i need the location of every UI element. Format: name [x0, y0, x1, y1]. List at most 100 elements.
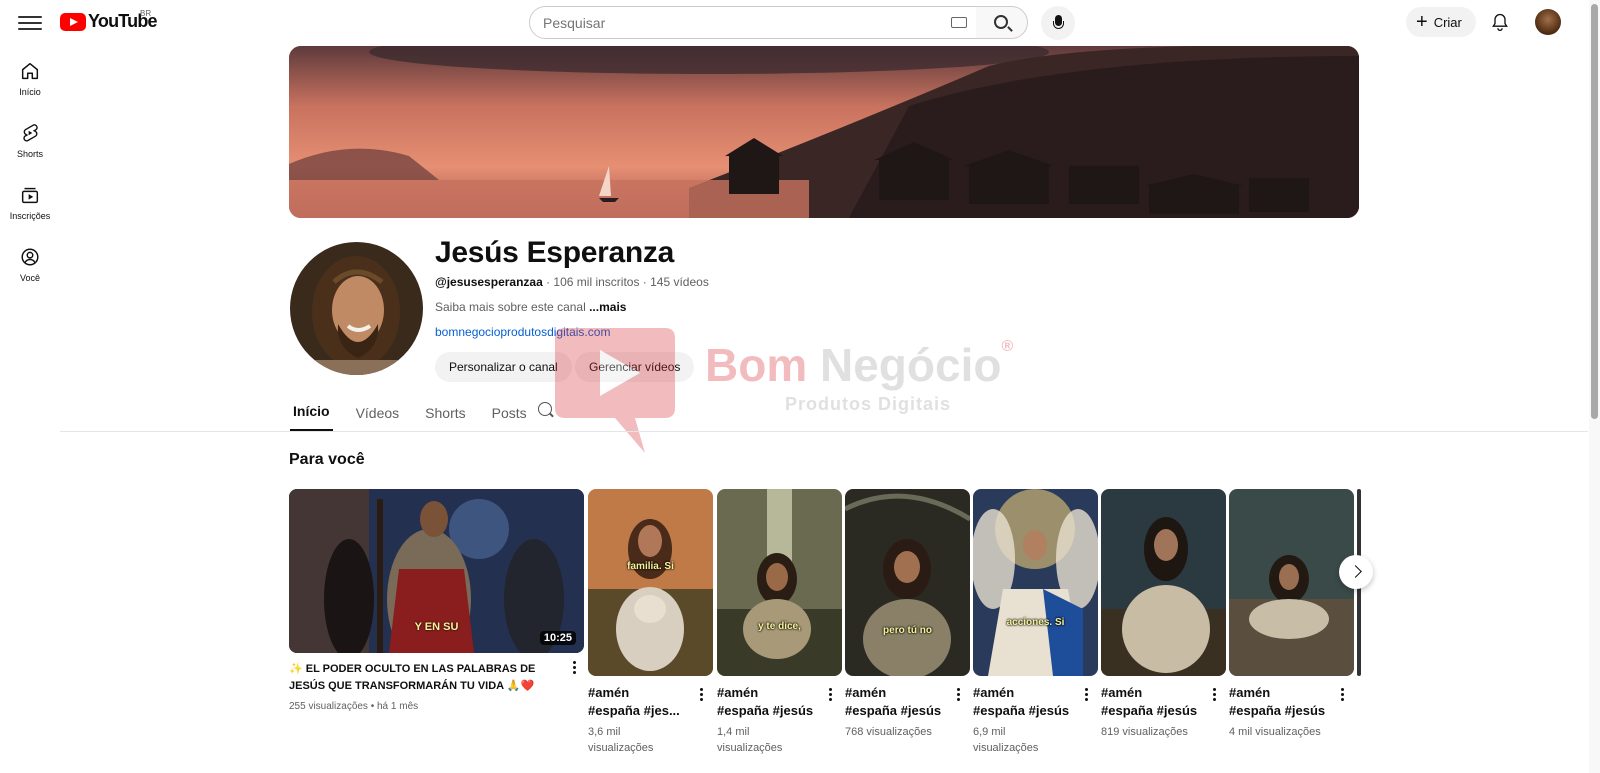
short-title: #amén #españa #jes... — [588, 685, 680, 718]
page-scrollbar[interactable] — [1589, 0, 1600, 773]
short-caption: y te dice, — [758, 621, 801, 632]
watermark-subtitle: Produtos Digitais — [785, 394, 952, 414]
short-thumbnail-image — [1229, 489, 1354, 676]
short-more-icon[interactable] — [950, 685, 966, 703]
top-bar: YouTube BR + Criar — [0, 0, 1600, 44]
short-card[interactable]: #amén #españa #jesús 819 visualizações — [1101, 489, 1226, 740]
channel-link[interactable]: bomnegocioprodutosdigitais.com — [435, 325, 610, 339]
short-card[interactable]: y te dice, #amén #españa #jesús 1,4 mil v… — [717, 489, 842, 756]
subscriptions-icon — [21, 187, 39, 204]
watermark-brand: Bom Negócio® — [705, 338, 1014, 391]
youtube-logo[interactable]: YouTube BR — [60, 9, 158, 32]
short-views: 4 mil visualizações — [1229, 726, 1321, 738]
channel-avatar-image — [290, 242, 423, 375]
plus-icon: + — [1416, 11, 1428, 33]
rail-item-shorts[interactable]: Shorts — [0, 118, 60, 180]
tab-shorts[interactable]: Shorts — [422, 397, 468, 431]
rail-item-subscriptions[interactable]: Inscrições — [0, 180, 60, 242]
manage-videos-button[interactable]: Gerenciar vídeos — [575, 352, 695, 382]
search-button[interactable] — [976, 6, 1028, 39]
short-title: #amén #españa #jesús — [1101, 685, 1198, 718]
short-thumbnail[interactable]: familia. Si — [588, 489, 713, 676]
short-thumbnail[interactable]: acciones. Si — [973, 489, 1098, 676]
short-thumbnail[interactable]: pero tú no — [845, 489, 970, 676]
rail-label: Inscrições — [9, 211, 51, 221]
featured-video-thumbnail[interactable]: Y EN SU 10:25 — [289, 489, 584, 653]
shorts-icon — [23, 124, 38, 142]
short-thumbnail[interactable]: y te dice, — [717, 489, 842, 676]
banner-landscape-image — [289, 46, 1359, 218]
home-icon — [21, 62, 39, 80]
search-box — [529, 6, 977, 39]
rail-item-you[interactable]: Você — [0, 242, 60, 304]
description-text: Saiba mais sobre este canal — [435, 300, 590, 314]
channel-search-icon[interactable] — [538, 402, 552, 416]
short-caption: acciones. Si — [1006, 617, 1065, 628]
short-more-icon[interactable] — [1078, 685, 1094, 703]
channel-avatar[interactable] — [290, 242, 423, 375]
more-link[interactable]: ...mais — [589, 300, 626, 314]
short-title: #amén #españa #jesús — [717, 685, 814, 718]
rail-item-home[interactable]: Início — [0, 56, 60, 118]
tabs-divider — [60, 431, 1588, 432]
short-caption: familia. Si — [627, 561, 674, 572]
short-thumbnail-image — [1101, 489, 1226, 676]
notifications-bell-icon[interactable] — [1490, 11, 1510, 33]
youtube-play-icon — [60, 12, 86, 31]
short-title: #amén #españa #jesús — [973, 685, 1070, 718]
short-card[interactable]: familia. Si #amén #españa #jes... 3,6 mil… — [588, 489, 713, 756]
short-card[interactable]: #amén #españa #jesús 4 mil visualizações — [1229, 489, 1354, 740]
section-title: Para você — [289, 451, 365, 468]
short-more-icon[interactable] — [1334, 685, 1350, 703]
short-more-icon[interactable] — [822, 685, 838, 703]
region-code: BR — [140, 9, 152, 18]
tab-inicio[interactable]: Início — [290, 395, 333, 431]
tab-videos[interactable]: Vídeos — [353, 397, 403, 431]
short-caption: pero tú no — [883, 625, 932, 636]
short-title: #amén #españa #jesús — [1229, 685, 1326, 718]
short-card[interactable]: acciones. Si #amén #españa #jesús 6,9 mil… — [973, 489, 1098, 756]
short-thumbnail-image — [845, 489, 970, 676]
short-thumbnail[interactable] — [1101, 489, 1226, 676]
short-views: 1,4 mil visualizações — [717, 726, 783, 754]
channel-handle: @jesusesperanzaa — [435, 275, 543, 289]
left-rail: Início Shorts Inscrições Você — [0, 56, 60, 304]
rail-label: Início — [19, 87, 41, 97]
search-icon — [994, 15, 1008, 29]
customize-channel-button[interactable]: Personalizar o canal — [435, 352, 572, 382]
channel-stats: · 106 mil inscritos · 145 vídeos — [542, 275, 709, 289]
short-views: 3,6 mil visualizações — [588, 726, 654, 754]
menu-icon[interactable] — [18, 12, 42, 32]
rail-label: Você — [19, 273, 41, 283]
featured-more-icon[interactable] — [566, 658, 582, 676]
channel-name: Jesús Esperanza — [435, 236, 674, 269]
featured-video-title[interactable]: ✨ EL PODER OCULTO EN LAS PALABRAS DE JES… — [289, 661, 551, 695]
short-thumbnail-image — [717, 489, 842, 676]
tab-posts[interactable]: Posts — [489, 397, 530, 431]
channel-meta: @jesusesperanzaa · 106 mil inscritos · 1… — [435, 275, 709, 289]
featured-video-meta: 255 visualizações • há 1 mês — [289, 701, 419, 712]
scroll-thumb[interactable] — [1591, 4, 1598, 419]
account-avatar[interactable] — [1535, 9, 1561, 35]
search-input[interactable] — [543, 14, 923, 31]
video-duration: 10:25 — [539, 631, 576, 645]
short-title: #amén #españa #jesús — [845, 685, 942, 718]
short-more-icon[interactable] — [1206, 685, 1222, 703]
keyboard-icon[interactable] — [951, 17, 967, 28]
create-label: Criar — [1433, 14, 1462, 30]
short-views: 768 visualizações — [845, 726, 932, 738]
short-thumbnail-image — [973, 489, 1098, 676]
short-thumbnail[interactable] — [1229, 489, 1354, 676]
create-button[interactable]: + Criar — [1406, 7, 1476, 37]
short-more-icon[interactable] — [693, 685, 709, 703]
voice-search-button[interactable] — [1041, 6, 1075, 40]
carousel-next-button[interactable] — [1339, 555, 1373, 589]
short-card[interactable]: pero tú no #amén #españa #jesús 768 visua… — [845, 489, 970, 740]
channel-tabs: Início Vídeos Shorts Posts — [290, 395, 550, 431]
short-views: 819 visualizações — [1101, 726, 1188, 738]
featured-caption: Y EN SU — [414, 621, 459, 633]
channel-banner — [289, 46, 1359, 218]
channel-description[interactable]: Saiba mais sobre este canal ...mais — [435, 300, 626, 314]
you-icon — [21, 248, 39, 266]
watermark: Bom Negócio® Produtos Digitais — [545, 318, 1065, 458]
